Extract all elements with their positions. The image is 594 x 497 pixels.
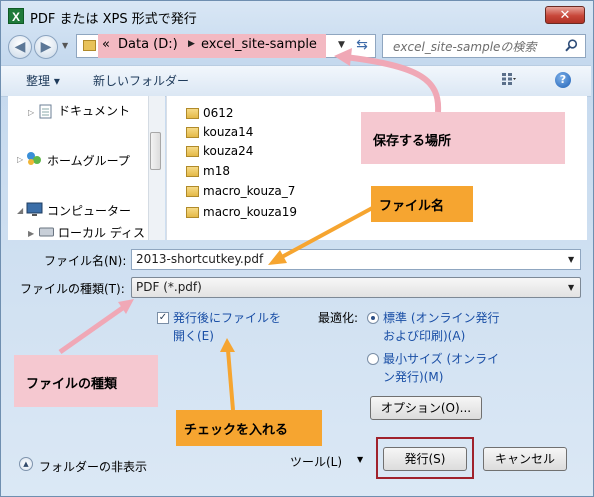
expand-chevron-icon[interactable]: ▷: [28, 108, 34, 117]
filetype-value[interactable]: PDF (*.pdf): [136, 280, 202, 294]
filename-value[interactable]: 2013-shortcutkey.pdf: [136, 252, 263, 266]
folder-icon: [186, 166, 199, 177]
title-bar: X PDF または XPS 形式で発行 ✕: [0, 0, 592, 32]
organize-menu[interactable]: 整理 ▾: [26, 72, 60, 89]
folder-icon: [83, 40, 96, 51]
list-item[interactable]: kouza14: [203, 125, 253, 139]
views-icon[interactable]: [502, 73, 516, 85]
callout-file-name: ファイル名: [371, 186, 473, 222]
nav-item-computer[interactable]: コンピューター: [47, 202, 131, 219]
back-button[interactable]: ◀: [8, 35, 32, 59]
navigation-pane: ▷ ドキュメント ▷ ホームグループ ◢ コンピューター ▶ ローカル ディス: [8, 96, 156, 240]
list-item[interactable]: macro_kouza19: [203, 205, 297, 219]
publish-button[interactable]: 発行(S): [383, 447, 467, 471]
filetype-select[interactable]: PDF (*.pdf) ▼: [131, 277, 581, 298]
options-button[interactable]: オプション(O)...: [370, 396, 482, 420]
filetype-label: ファイルの種類(T):: [20, 282, 125, 296]
address-prefix[interactable]: «: [102, 37, 110, 52]
hide-folders-link[interactable]: フォルダーの非表示: [39, 458, 147, 475]
address-dropdown-icon[interactable]: ▼: [338, 40, 345, 50]
list-item[interactable]: m18: [203, 164, 230, 178]
filename-field[interactable]: 2013-shortcutkey.pdf ▼: [131, 249, 581, 270]
nav-scrollbar-thumb[interactable]: [150, 132, 161, 170]
nav-item-documents[interactable]: ドキュメント: [58, 102, 130, 119]
chevron-down-icon[interactable]: ▼: [357, 455, 363, 464]
help-icon[interactable]: ?: [555, 72, 571, 88]
optimize-standard-radio[interactable]: [367, 312, 379, 324]
filename-label: ファイル名(N):: [44, 254, 127, 268]
homegroup-icon: [27, 152, 41, 165]
radio-selected-dot: [371, 316, 375, 320]
callout-save-location-text: 保存する場所: [373, 134, 452, 149]
refresh-icon[interactable]: ⇆: [352, 37, 372, 55]
folder-icon: [186, 108, 199, 119]
tools-menu[interactable]: ツール(L): [290, 453, 342, 470]
list-item[interactable]: 0612: [203, 106, 234, 120]
recent-pages-chevron-icon[interactable]: ▼: [62, 41, 68, 50]
optimize-label: 最適化:: [318, 311, 359, 325]
folder-icon: [186, 146, 199, 157]
forward-button[interactable]: ▶: [34, 35, 58, 59]
excel-app-icon: X: [8, 8, 24, 24]
optimize-minimum-radio[interactable]: [367, 353, 379, 365]
cancel-button[interactable]: キャンセル: [483, 447, 567, 471]
list-item[interactable]: kouza24: [203, 144, 253, 158]
chevron-down-icon[interactable]: ▼: [568, 283, 574, 292]
optimize-minimum-label-line1[interactable]: 最小サイズ (オンライ: [383, 350, 499, 367]
callout-check: チェックを入れる: [176, 410, 322, 446]
nav-item-local-disk[interactable]: ローカル ディス: [58, 224, 145, 240]
callout-save-location: 保存する場所: [361, 112, 565, 164]
collapse-chevron-icon[interactable]: ◢: [17, 206, 23, 215]
close-button[interactable]: ✕: [545, 6, 585, 24]
folder-icon: [186, 127, 199, 138]
expand-chevron-icon[interactable]: ▷: [17, 155, 23, 164]
callout-check-text: チェックを入れる: [184, 423, 289, 438]
folder-icon: [186, 186, 199, 197]
nav-item-homegroup[interactable]: ホームグループ: [47, 152, 130, 169]
expand-chevron-icon[interactable]: ▶: [28, 229, 34, 238]
callout-file-type: ファイルの種類: [14, 355, 158, 407]
window-title: PDF または XPS 形式で発行: [30, 12, 197, 27]
computer-icon: [26, 202, 43, 216]
hide-folders-icon[interactable]: ▲: [19, 457, 33, 471]
open-after-publish-label-line2[interactable]: 開く(E): [173, 327, 214, 344]
folder-icon: [186, 207, 199, 218]
chevron-down-icon[interactable]: ▼: [568, 255, 574, 264]
callout-file-name-text: ファイル名: [379, 199, 445, 214]
breadcrumb-chevron-icon[interactable]: ▶: [188, 39, 195, 49]
open-after-publish-label-line1[interactable]: 発行後にファイルを: [173, 309, 281, 326]
list-item[interactable]: macro_kouza_7: [203, 184, 295, 198]
search-icon[interactable]: [565, 39, 578, 52]
new-folder-button[interactable]: 新しいフォルダー: [93, 72, 189, 89]
address-segment-drive[interactable]: Data (D:): [118, 37, 178, 52]
documents-icon: [39, 104, 52, 119]
address-segment-folder[interactable]: excel_site-sample: [201, 37, 317, 52]
open-after-publish-checkbox[interactable]: ✓: [157, 312, 169, 324]
optimize-standard-label-line1[interactable]: 標準 (オンライン発行: [383, 309, 500, 326]
optimize-standard-label-line2[interactable]: および印刷)(A): [383, 327, 465, 344]
local-disk-icon: [39, 227, 54, 237]
search-placeholder: excel_site-sampleの検索: [393, 40, 537, 54]
callout-file-type-text: ファイルの種類: [26, 377, 118, 392]
optimize-minimum-label-line2[interactable]: ン発行)(M): [383, 368, 443, 385]
